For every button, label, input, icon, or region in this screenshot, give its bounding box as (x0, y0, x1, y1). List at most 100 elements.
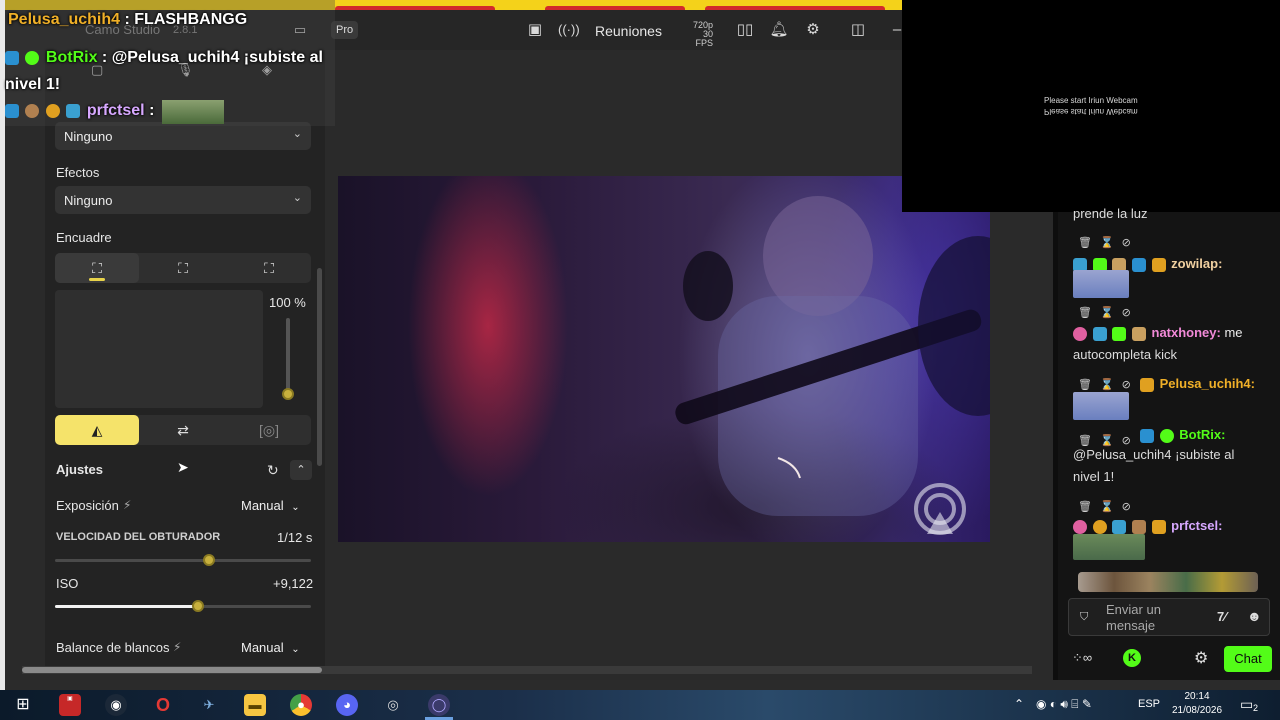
chat-send-button[interactable]: Chat (1224, 646, 1272, 672)
chat-input-placeholder: Enviar un mensaje (1106, 602, 1161, 634)
gear-icon[interactable]: ⚙ (803, 20, 823, 40)
white-balance-label: Balance de blancos (56, 640, 170, 655)
zoom-slider[interactable] (282, 318, 294, 400)
mod-actions[interactable]: 🗑︎⌛⊘ (1078, 434, 1139, 447)
overlay-message: BotRix : @Pelusa_uchih4 ¡subiste al nive… (5, 44, 335, 98)
7tv-icon[interactable]: 7⁄ (1217, 609, 1226, 624)
chevron-down-icon: ⌄ (291, 644, 300, 655)
framing-follow-button[interactable]: ⛶ (227, 253, 311, 283)
overlay-message: Pelusa_uchih4 : FLASHBANGG (8, 11, 247, 29)
webcam-message: Please start Iriun Webcam Please start I… (1044, 96, 1138, 116)
camera-logo-icon (914, 483, 966, 535)
placeholder-line: Enviar un (1106, 602, 1161, 617)
camera-preview-scene (675, 196, 990, 516)
pro-badge[interactable]: Pro (331, 21, 359, 39)
mod-actions[interactable]: 🗑︎⌛⊘ (1078, 500, 1139, 513)
collapse-button[interactable]: ⌃ (290, 460, 312, 480)
shutter-slider[interactable] (55, 554, 311, 566)
steam-icon[interactable]: ◉ (105, 694, 127, 716)
overlay-text: : (149, 102, 155, 119)
chat-settings-gear-icon[interactable]: ⚙ (1194, 648, 1208, 668)
tray-chevron-up-icon[interactable]: ⌃ (1014, 697, 1024, 711)
chat-username[interactable]: Pelusa_uchih4: (1160, 376, 1255, 391)
horizontal-scrollbar-thumb[interactable] (22, 667, 322, 673)
active-indicator (89, 278, 105, 281)
chat-input[interactable]: ⛉ Enviar un mensaje 7⁄ ☻ (1068, 598, 1270, 636)
zoom-value: 100 % (269, 295, 306, 310)
mod-actions[interactable]: 🗑︎⌛⊘ (1078, 378, 1139, 391)
clock[interactable]: 20:14 21/08/2026 (1170, 690, 1224, 718)
auto-bolt-icon: ⚡ (173, 640, 182, 654)
overlay-emote-image (162, 100, 224, 124)
effects-label: Efectos (56, 165, 100, 180)
bell-icon[interactable]: 🔔︎ (769, 20, 789, 40)
placeholder-line: mensaje (1106, 618, 1156, 633)
notification-icon[interactable]: ▭ (1240, 696, 1253, 713)
meetings-button[interactable]: Reuniones (595, 23, 662, 39)
exposure-mode-select[interactable]: Manual ⌄ (241, 498, 300, 513)
panel-scrollbar[interactable] (317, 268, 322, 466)
exposure-label: Exposición (56, 498, 119, 513)
badge-icon (1151, 257, 1166, 272)
badge-icon (1140, 428, 1154, 443)
rotate-button[interactable]: ⇄ (141, 415, 225, 445)
opera-icon[interactable]: O (152, 694, 174, 716)
chrome-icon[interactable]: ● (290, 694, 312, 716)
reset-icon[interactable]: ↻ (267, 462, 279, 479)
badge-icon (1131, 326, 1146, 341)
columns-icon[interactable]: ▯▯ (735, 20, 755, 40)
white-balance-mode-select[interactable]: Manual ⌄ (241, 640, 300, 655)
mod-actions[interactable]: 🗑︎⌛⊘ (1078, 236, 1139, 249)
fps-text: 30 FPS (695, 29, 713, 48)
portrait-button[interactable]: [◎] (227, 415, 311, 445)
frame-auto-icon: ⛶ (178, 260, 188, 276)
shutter-slider-knob[interactable] (202, 554, 215, 566)
notification-count: 2 (1253, 703, 1259, 713)
framing-manual-button[interactable]: ⛶ (55, 253, 139, 283)
top-select-value: Ninguno (64, 129, 113, 144)
chat-text: @Pelusa_uchih4 ¡subiste al (1073, 447, 1235, 462)
camo-icon[interactable]: ◯ (428, 694, 450, 716)
badge-icon (66, 103, 81, 118)
broadcast-icon[interactable]: ((·)) (558, 20, 580, 40)
frame-manual-icon: ⛶ (92, 260, 102, 276)
tray-icons[interactable]: ◉ ◐ 🔊︎ ⌸ ✎ (1036, 697, 1092, 712)
panel-toggle-icon[interactable]: ◫ (848, 20, 868, 40)
iso-slider[interactable] (55, 600, 311, 612)
chat-username[interactable]: zowilap: (1171, 256, 1222, 271)
overlay-text: : FLASHBANGG (124, 11, 248, 28)
app-icon[interactable]: ✈ (198, 694, 220, 716)
chat-message: Pelusa_uchih4: (1140, 376, 1255, 392)
effects-select-value: Ninguno (64, 193, 113, 208)
top-select[interactable]: Ninguno ⌄ (55, 122, 311, 150)
iso-slider-fill (55, 605, 199, 608)
effects-select[interactable]: Ninguno ⌄ (55, 186, 311, 214)
overlay-message: prfctsel : (5, 102, 154, 120)
obs-icon[interactable]: ◎ (382, 694, 404, 716)
windows-start-icon[interactable]: ⊞ (12, 694, 34, 716)
webcam-message-line: Please start Iriun Webcam (1044, 96, 1138, 105)
emoji-icon[interactable]: ☻ (1247, 608, 1262, 624)
resolution-indicator[interactable]: 720p 30 FPS (685, 21, 713, 48)
file-explorer-icon[interactable]: ▬ (244, 694, 266, 716)
zoom-slider-knob[interactable] (282, 388, 294, 400)
emote-image (1073, 270, 1129, 298)
virtual-camera-icon[interactable]: ▣ (525, 20, 545, 40)
chevron-down-icon: ⌄ (291, 502, 300, 513)
framing-auto-button[interactable]: ⛶ (141, 253, 225, 283)
mirror-button[interactable]: ◭ (55, 415, 139, 445)
discord-icon[interactable]: ◕ (336, 694, 358, 716)
framing-preview[interactable] (55, 290, 263, 408)
mod-actions[interactable]: 🗑︎⌛⊘ (1078, 306, 1139, 319)
badge-icon (45, 103, 60, 118)
chat-username[interactable]: prfctsel: (1171, 518, 1222, 533)
voicemeeter-icon[interactable]: ▣ (59, 694, 81, 716)
clock-date: 21/08/2026 (1171, 705, 1223, 716)
chat-username[interactable]: natxhoney: (1152, 325, 1221, 340)
shield-icon[interactable]: ⛉ (1080, 611, 1088, 624)
chat-username[interactable]: BotRix: (1179, 427, 1225, 442)
kick-icon[interactable]: K (1123, 649, 1141, 667)
users-icon[interactable]: ⁘∞ (1072, 650, 1092, 666)
language-indicator[interactable]: ESP (1138, 698, 1160, 710)
emote-image (1073, 392, 1129, 420)
